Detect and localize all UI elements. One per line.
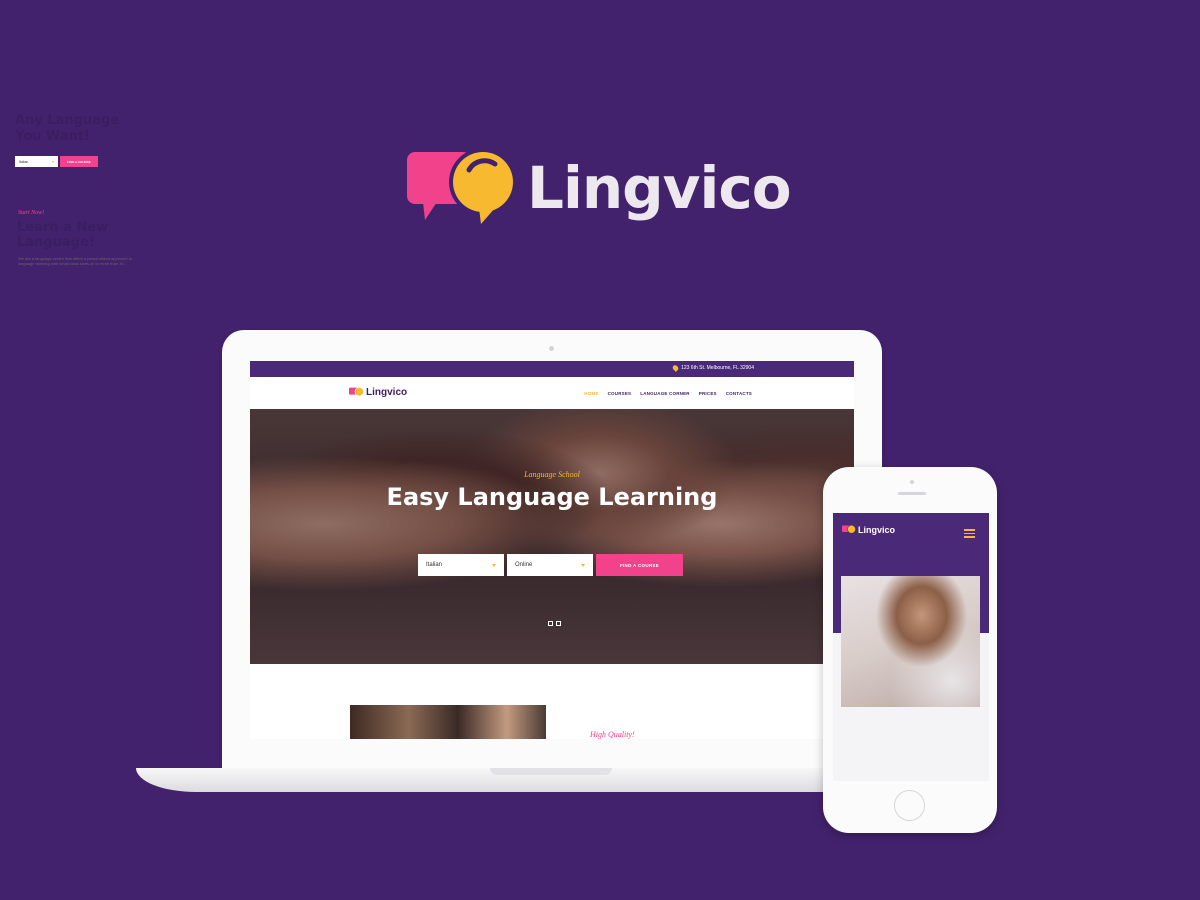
phone-search-form: Italian FIND A COURSE <box>15 156 98 167</box>
slider-dot[interactable] <box>548 621 553 626</box>
laptop-notch <box>490 768 612 775</box>
phone-hero-title: Any Language You Want! <box>15 113 120 144</box>
topbar-address[interactable]: 123 6th St. Melbourne, FL 32904 <box>671 364 754 372</box>
nav-item-contacts[interactable]: CONTACTS <box>726 391 752 396</box>
language-select-value: Italian <box>426 562 443 568</box>
nav-logo-text: Lingvico <box>366 387 408 398</box>
phone-find-course-button[interactable]: FIND A COURSE <box>60 156 98 167</box>
language-select[interactable]: Italian <box>418 554 504 576</box>
mode-select[interactable]: Online <box>507 554 593 576</box>
phone-speaker <box>898 492 926 495</box>
hamburger-icon[interactable] <box>964 529 975 540</box>
slider-dots <box>548 621 561 626</box>
nav-item-home[interactable]: HOME <box>584 391 598 396</box>
phone-home-button <box>894 790 925 821</box>
laptop-camera <box>549 346 554 351</box>
phone-hero-image <box>841 576 980 707</box>
location-pin-icon <box>671 364 680 372</box>
phone-logo-text: Lingvico <box>858 525 896 535</box>
course-search-form: Italian Online FIND A COURSE <box>418 554 683 576</box>
brand-logo: Lingvico <box>407 148 792 228</box>
navbar: Lingvico HOME COURSES LANGUAGE CORNER PR… <box>250 377 854 409</box>
about-image <box>350 705 546 739</box>
address-text: 123 6th St. Melbourne, FL 32904 <box>681 365 754 371</box>
brand-name: Lingvico <box>527 154 792 222</box>
nav-logo[interactable]: Lingvico <box>349 387 407 398</box>
hero-title: Easy Language Learning <box>386 483 718 511</box>
phone-section-title: Learn a New Language! <box>17 220 109 250</box>
slider-dot[interactable] <box>556 621 561 626</box>
phone-screen: Lingvico <box>833 513 989 781</box>
laptop-screen: 123 6th St. Melbourne, FL 32904 Lingvico… <box>250 361 854 739</box>
phone-section-body: We are a language centre that offers a p… <box>18 256 133 266</box>
find-course-button[interactable]: FIND A COURSE <box>596 554 683 576</box>
hero-kicker: Language School <box>524 470 580 479</box>
hero-banner: Language School Easy Language Learning I… <box>250 409 854 664</box>
chevron-down-icon <box>492 563 496 567</box>
nav-menu: HOME COURSES LANGUAGE CORNER PRICES CONT… <box>584 391 752 396</box>
chevron-down-icon <box>581 563 585 567</box>
phone-camera <box>910 480 914 484</box>
topbar: 123 6th St. Melbourne, FL 32904 <box>250 361 854 377</box>
phone-section-kicker: Start Now! <box>18 210 45 216</box>
phone-language-select[interactable]: Italian <box>15 156 58 167</box>
phone-language-select-value: Italian <box>19 159 29 164</box>
mode-select-value: Online <box>515 562 533 568</box>
speech-bubbles-icon <box>349 387 364 397</box>
nav-item-prices[interactable]: PRICES <box>699 391 717 396</box>
about-kicker: High Quality! <box>590 730 635 739</box>
nav-item-courses[interactable]: COURSES <box>608 391 632 396</box>
chevron-down-icon <box>52 160 54 163</box>
speech-bubbles-icon <box>407 148 519 228</box>
nav-item-language-corner[interactable]: LANGUAGE CORNER <box>640 391 690 396</box>
